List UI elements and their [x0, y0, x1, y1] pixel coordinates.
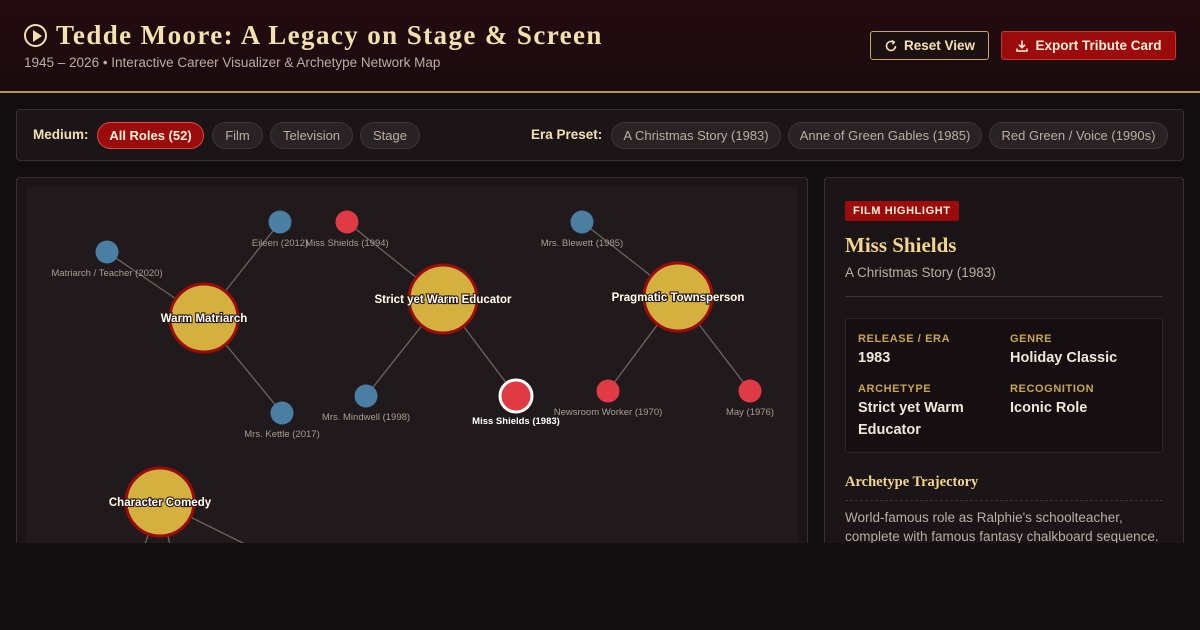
app-header: Tedde Moore: A Legacy on Stage & Screen …	[0, 0, 1200, 93]
role-node-dot[interactable]	[738, 379, 762, 403]
reset-view-label: Reset View	[903, 38, 976, 53]
network-canvas[interactable]: Matriarch / Teacher (2020) Eileen (2012) M…	[27, 186, 797, 557]
archetype-value: Strict yet Warm Educator	[858, 400, 964, 438]
era-pill-christmas-story[interactable]: A Christmas Story (1983)	[611, 122, 781, 149]
viewport-bottom	[0, 543, 1200, 630]
archetype-label: ARCHETYPE	[858, 383, 932, 395]
role-node-dot[interactable]	[570, 210, 594, 234]
role-node-mrs-kettle-2017[interactable]: Mrs. Kettle (2017)	[244, 401, 320, 441]
recognition-value: Iconic Role	[1010, 400, 1088, 416]
page-subtitle: 1945 – 2026 • Interactive Career Visuali…	[24, 55, 441, 70]
role-node-dot[interactable]	[268, 210, 292, 234]
era-pill-red-green[interactable]: Red Green / Voice (1990s)	[989, 122, 1168, 149]
download-icon	[1016, 40, 1029, 52]
archetype-node-pragmatic-townsperson[interactable]: Pragmatic Townsperson	[611, 261, 745, 333]
role-node-label: May (1976)	[726, 407, 774, 418]
role-node-mrs-blewett-1985[interactable]: Mrs. Blewett (1985)	[541, 210, 623, 250]
medium-pill-television[interactable]: Television	[270, 122, 353, 149]
archetype-node-label: Pragmatic Townsperson	[612, 292, 745, 304]
reset-view-button[interactable]: Reset View	[870, 31, 989, 60]
title-row: Tedde Moore: A Legacy on Stage & Screen	[24, 20, 603, 51]
role-metadata: RELEASE / ERA 1983 GENRE Holiday Classic…	[845, 318, 1163, 453]
role-node-label: Newsroom Worker (1970)	[554, 407, 663, 418]
role-node-dot[interactable]	[95, 240, 119, 264]
genre-label: GENRE	[1010, 333, 1053, 345]
recognition-label: RECOGNITION	[1010, 383, 1095, 395]
medium-pill-stage[interactable]: Stage	[360, 122, 420, 149]
role-title: Miss Shields	[845, 233, 957, 257]
role-film: A Christmas Story (1983)	[845, 265, 996, 280]
film-highlight-badge: FILM HIGHLIGHT	[845, 201, 959, 221]
role-node-mrs-mindwell-1998[interactable]: Mrs. Mindwell (1998)	[322, 384, 410, 424]
role-node-label: Miss Shields (1994)	[305, 238, 388, 249]
role-node-label: Mrs. Blewett (1985)	[541, 238, 623, 249]
role-node-label: Mrs. Mindwell (1998)	[322, 412, 410, 423]
network-graph-panel: Matriarch / Teacher (2020) Eileen (2012) M…	[16, 177, 808, 557]
role-node-eileen-2012[interactable]: Eileen (2012)	[252, 210, 309, 250]
role-node-label: Eileen (2012)	[252, 238, 309, 249]
archetype-node-warm-matriarch[interactable]: Warm Matriarch	[160, 282, 248, 354]
role-node-label: Matriarch / Teacher (2020)	[51, 268, 162, 279]
era-pill-anne-green-gables[interactable]: Anne of Green Gables (1985)	[788, 122, 982, 149]
role-node-miss-shields-1983[interactable]: Miss Shields (1983)	[472, 378, 560, 427]
medium-pill-all-roles[interactable]: All Roles (52)	[97, 122, 204, 149]
release-era-value: 1983	[858, 350, 891, 366]
role-node-may-1976[interactable]: May (1976)	[726, 379, 774, 419]
role-node-miss-shields-1994[interactable]: Miss Shields (1994)	[305, 210, 389, 250]
export-tribute-button[interactable]: Export Tribute Card	[1001, 31, 1176, 60]
archetype-node-label: Warm Matriarch	[161, 313, 248, 325]
genre-value: Holiday Classic	[1010, 350, 1118, 366]
archetype-node-character-comedy[interactable]: Character Comedy	[108, 466, 213, 538]
role-node-dot[interactable]	[498, 378, 534, 414]
release-era-label: RELEASE / ERA	[858, 333, 951, 345]
role-node-label: Mrs. Kettle (2017)	[244, 429, 320, 440]
export-tribute-label: Export Tribute Card	[1035, 38, 1162, 53]
medium-pill-film[interactable]: Film	[212, 122, 263, 149]
role-node-dot[interactable]	[270, 401, 294, 425]
era-preset-label: Era Preset:	[531, 127, 603, 142]
filter-bar: Medium: All Roles (52) Film Television S…	[16, 109, 1184, 161]
reset-icon	[885, 39, 897, 51]
trajectory-text: World-famous role as Ralphie's schooltea…	[845, 510, 1159, 544]
network-nodes: Matriarch / Teacher (2020)Eileen (2012)M…	[51, 210, 774, 538]
role-node-matriarch-teacher-2020[interactable]: Matriarch / Teacher (2020)	[51, 240, 163, 280]
trajectory-divider	[845, 500, 1163, 501]
role-node-newsroom-worker-1970[interactable]: Newsroom Worker (1970)	[554, 379, 663, 419]
role-node-dot[interactable]	[354, 384, 378, 408]
archetype-node-label: Character Comedy	[109, 497, 212, 509]
role-node-dot[interactable]	[596, 379, 620, 403]
role-node-label: Miss Shields (1983)	[472, 416, 560, 427]
role-node-dot[interactable]	[335, 210, 359, 234]
detail-divider	[845, 296, 1163, 297]
archetype-node-strict-yet-warm-educator[interactable]: Strict yet Warm Educator	[373, 263, 513, 335]
trajectory-title: Archetype Trajectory	[845, 474, 979, 490]
play-icon	[24, 24, 47, 47]
role-detail-panel: FILM HIGHLIGHT Miss Shields A Christmas …	[824, 177, 1184, 557]
archetype-network[interactable]: Matriarch / Teacher (2020)Eileen (2012)M…	[27, 186, 797, 557]
medium-label: Medium:	[33, 127, 89, 142]
page-title: Tedde Moore: A Legacy on Stage & Screen	[56, 20, 603, 50]
archetype-node-label: Strict yet Warm Educator	[375, 294, 512, 306]
